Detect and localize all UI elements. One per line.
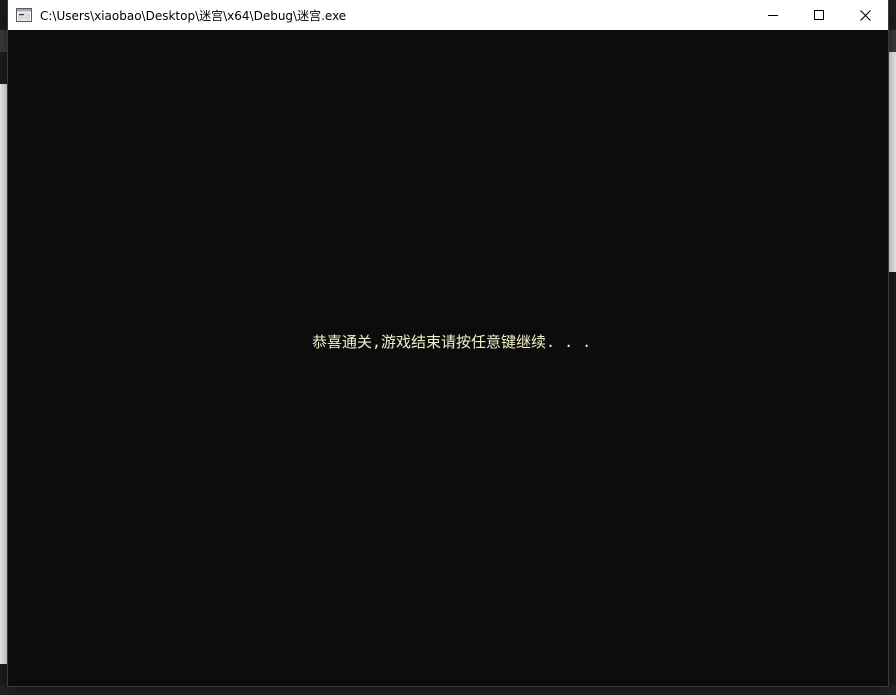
minimize-icon: [768, 10, 778, 20]
title-bar[interactable]: C:\Users\xiaobao\Desktop\迷宫\x64\Debug\迷宫…: [8, 0, 888, 30]
close-icon: [859, 9, 871, 21]
console-message: 恭喜通关,游戏结束请按任意键继续. . .: [312, 333, 592, 351]
console-output-area[interactable]: 恭喜通关,游戏结束请按任意键继续. . .: [8, 30, 888, 686]
close-button[interactable]: [842, 0, 888, 30]
maximize-icon: [814, 10, 824, 20]
background-app-left-panel: [0, 84, 8, 664]
maximize-button[interactable]: [796, 0, 842, 30]
console-window: C:\Users\xiaobao\Desktop\迷宫\x64\Debug\迷宫…: [8, 0, 888, 686]
window-title: C:\Users\xiaobao\Desktop\迷宫\x64\Debug\迷宫…: [40, 8, 347, 23]
console-app-icon: [16, 7, 32, 23]
minimize-button[interactable]: [750, 0, 796, 30]
background-app-statusbar: [0, 686, 896, 695]
window-controls: [750, 0, 888, 30]
